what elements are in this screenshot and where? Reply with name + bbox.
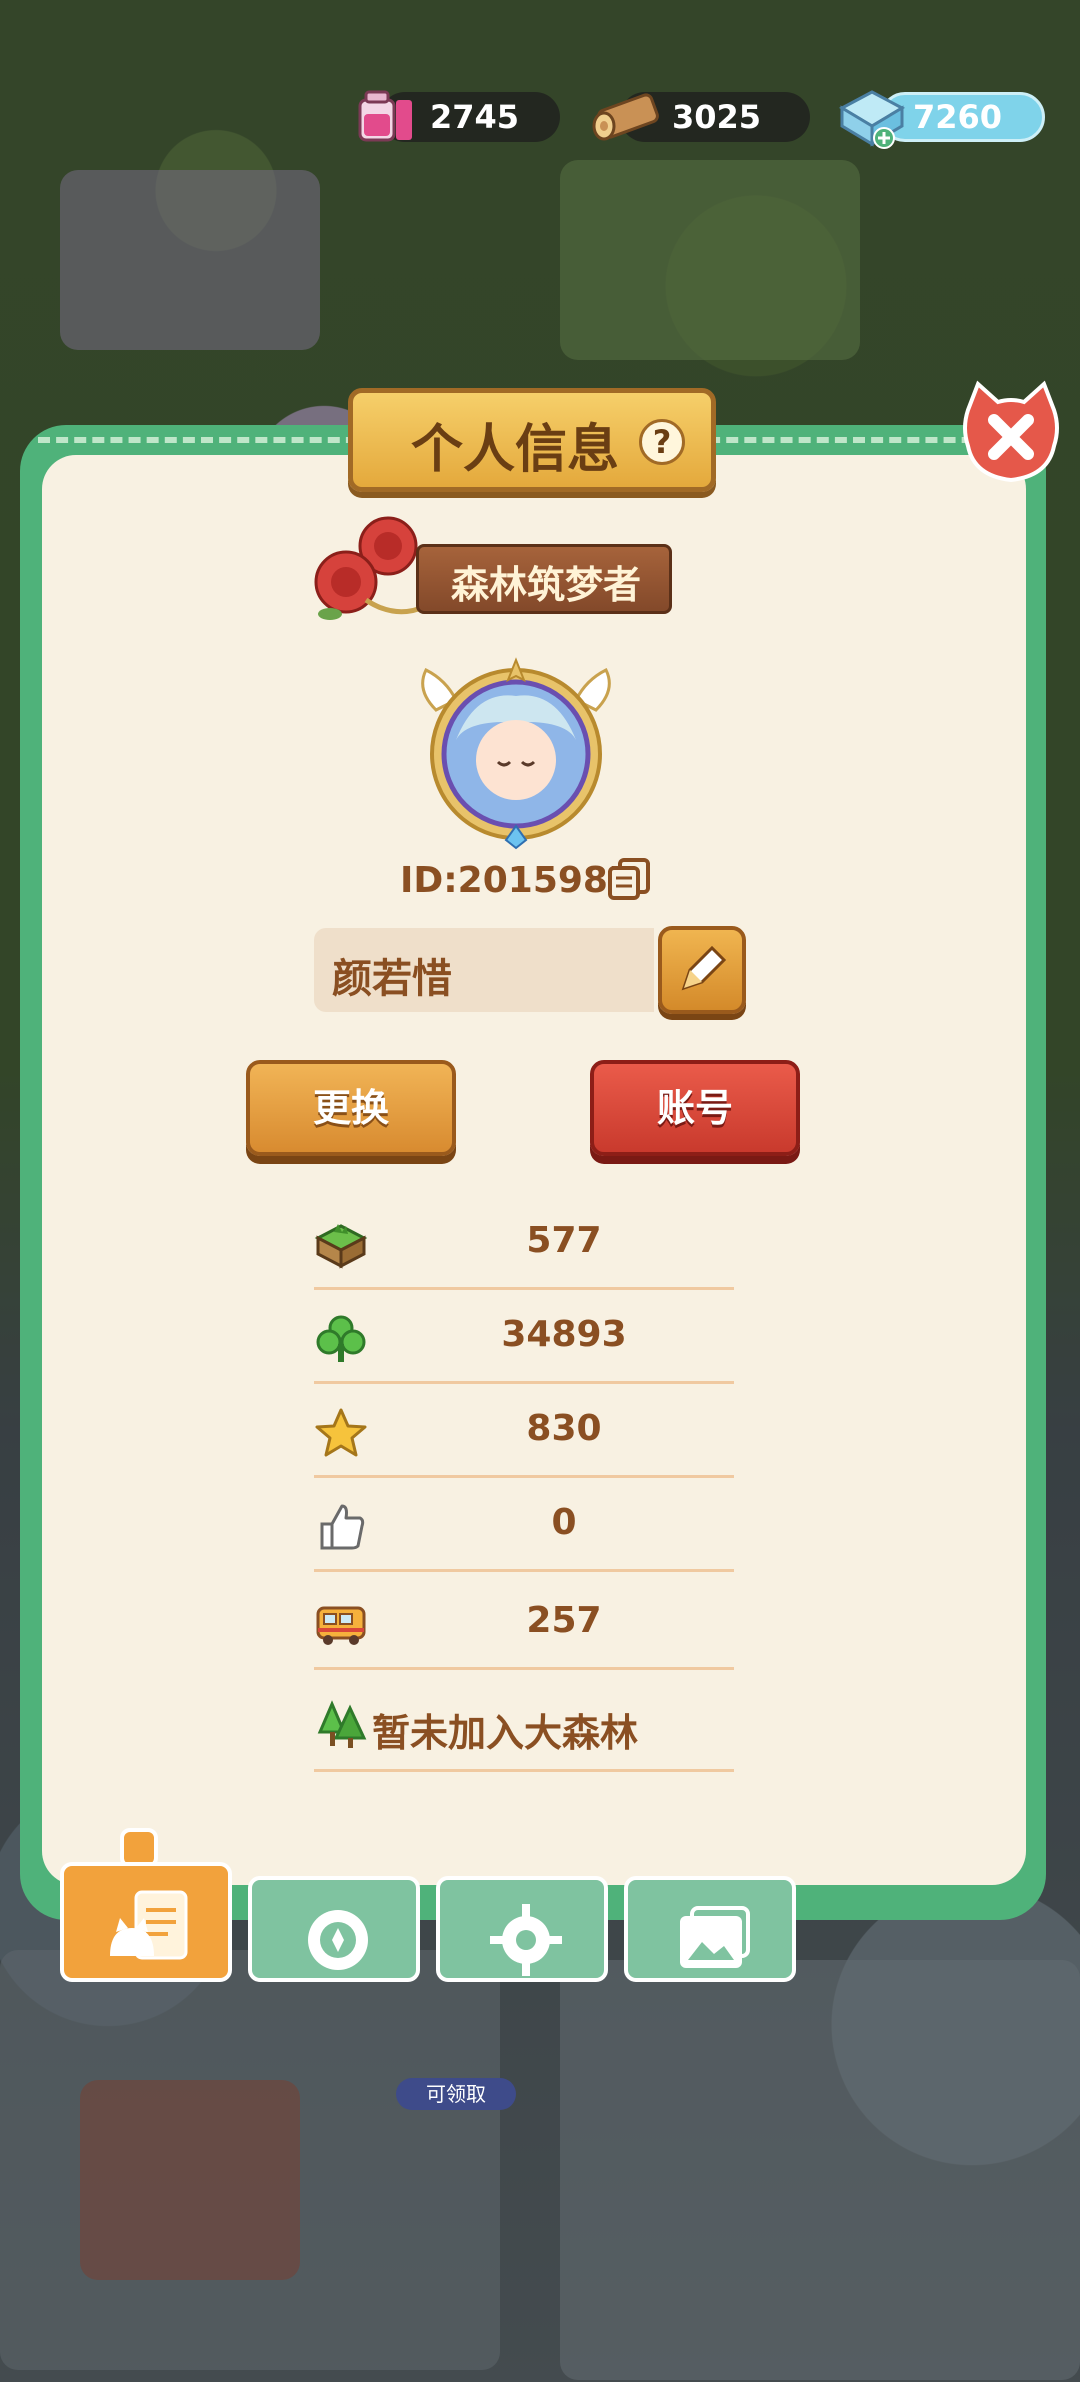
forest-status-text: 暂未加入大森林 <box>372 1711 639 1755</box>
tab-settings[interactable] <box>436 1876 608 1982</box>
panel-title-plate: 个人信息 ? <box>348 388 716 492</box>
medal-badge-icon <box>308 1910 368 1970</box>
panel-title: 个人信息 <box>411 420 620 480</box>
badge-title: 森林筑梦者 <box>450 563 641 607</box>
ink-bottle-icon <box>358 90 412 142</box>
land-block-icon <box>314 1224 368 1269</box>
stat-value: 0 <box>551 1502 577 1543</box>
copy-icon[interactable] <box>606 856 652 902</box>
tab-badges[interactable] <box>248 1876 420 1982</box>
edit-name-button[interactable] <box>658 926 746 1014</box>
nickname-text: 颜若惜 <box>332 956 452 1002</box>
star-icon <box>315 1408 367 1457</box>
player-id: ID:2015985 <box>400 860 634 901</box>
ink-value: 2745 <box>430 98 520 136</box>
forest-trees-icon <box>317 1700 367 1748</box>
change-avatar-button[interactable]: 更换 <box>246 1060 456 1156</box>
gem-value: 7260 <box>913 98 1003 136</box>
clover-icon <box>316 1315 366 1362</box>
help-button[interactable]: ? <box>639 419 685 465</box>
thumbs-up-icon <box>320 1504 365 1550</box>
forest-status-row[interactable]: 暂未加入大森林 <box>314 1680 734 1772</box>
stat-row-clover: 34893 <box>314 1290 734 1384</box>
photo-album-icon <box>680 1906 750 1968</box>
pencil-icon <box>681 945 727 991</box>
stat-row-land: 577 <box>314 1196 734 1290</box>
bus-icon <box>316 1606 366 1645</box>
stat-row-bus: 257 <box>314 1576 734 1670</box>
wood-log-icon <box>592 93 659 141</box>
stat-value: 830 <box>526 1408 602 1449</box>
account-button[interactable]: 账号 <box>590 1060 800 1156</box>
tab-profile[interactable] <box>60 1862 232 1982</box>
stat-value: 577 <box>526 1220 602 1261</box>
wood-value: 3025 <box>672 98 762 136</box>
avatar[interactable] <box>416 650 616 850</box>
title-badge[interactable]: 森林筑梦者 <box>306 510 686 630</box>
close-button[interactable] <box>956 380 1066 490</box>
stat-value: 34893 <box>501 1314 627 1355</box>
stat-value: 257 <box>526 1600 602 1641</box>
gear-icon <box>490 1904 562 1976</box>
crystal-gem-icon[interactable] <box>832 86 912 150</box>
profile-card-icon <box>110 1890 188 1960</box>
claim-reward-label[interactable]: 可领取 <box>396 2078 516 2110</box>
tab-album[interactable] <box>624 1876 796 1982</box>
nickname-field[interactable]: 颜若惜 <box>314 928 654 1012</box>
stat-row-star: 830 <box>314 1384 734 1478</box>
stat-row-likes: 0 <box>314 1478 734 1572</box>
